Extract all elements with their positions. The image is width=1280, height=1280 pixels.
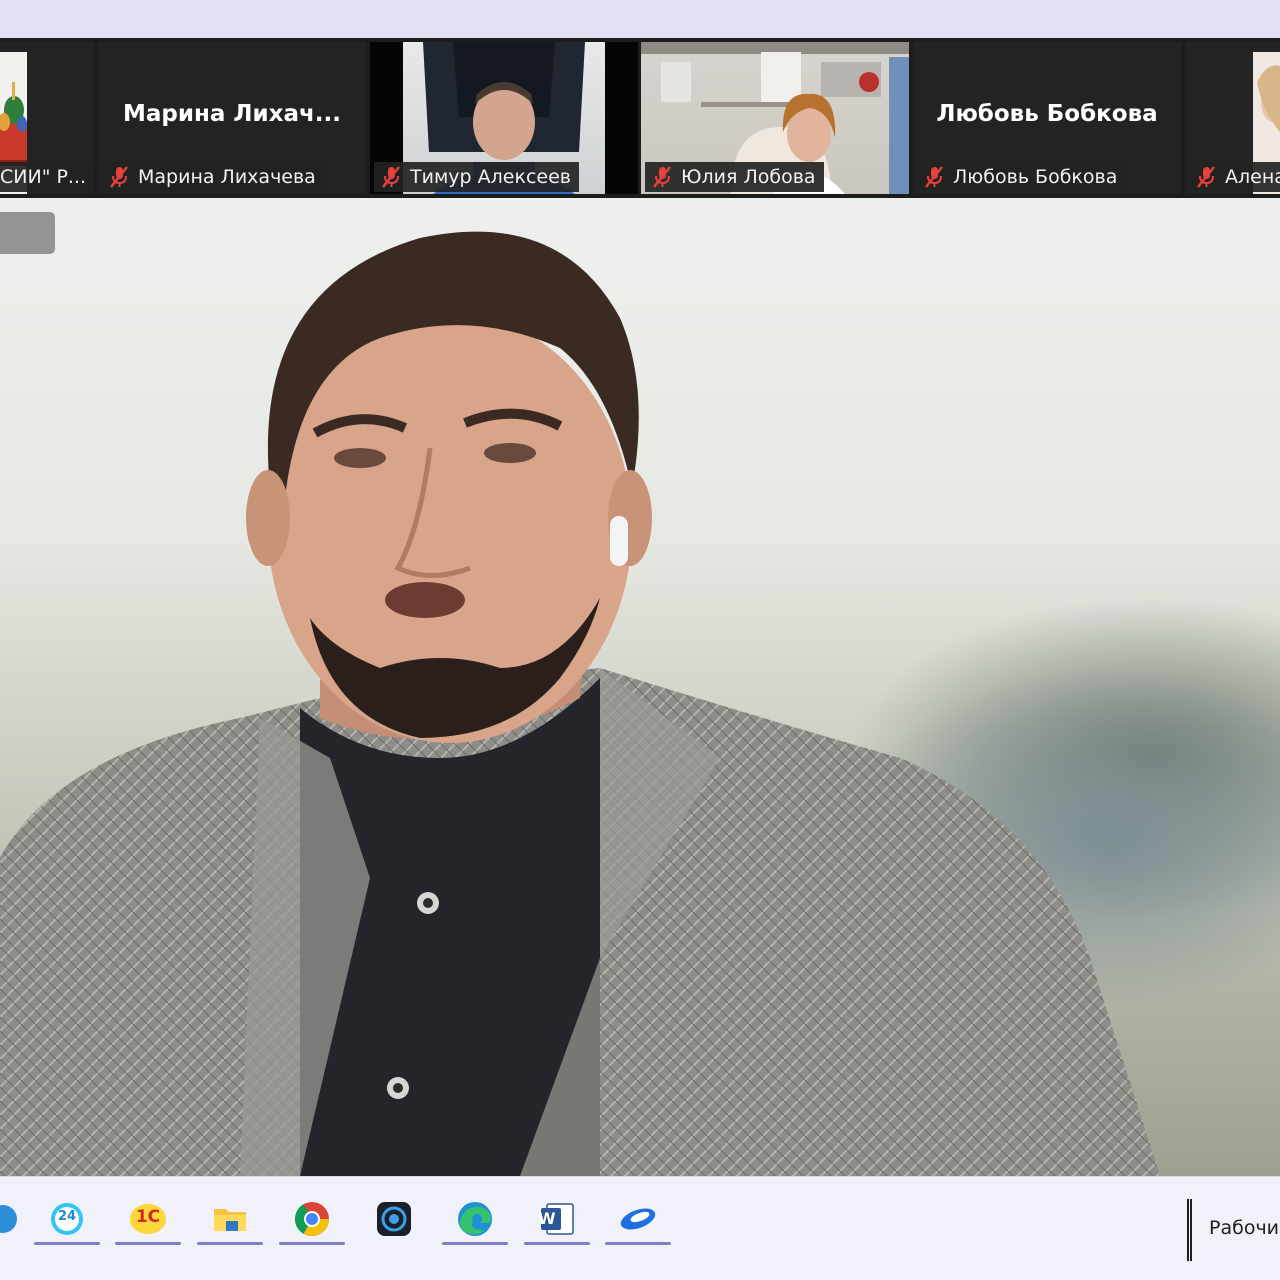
taskbar-app[interactable]: W [524, 1195, 590, 1245]
running-indicator [197, 1242, 263, 1245]
participant-tile[interactable]: СИИ" Р... [0, 42, 94, 194]
running-indicator [279, 1242, 345, 1245]
participant-name: СИИ" Р... [0, 166, 87, 188]
window-top-strip [0, 0, 1280, 38]
participant-tile[interactable]: Юлия Лобова [641, 42, 909, 194]
taskbar: 24 1С W Рабочи [0, 1176, 1280, 1280]
running-indicator [524, 1242, 590, 1245]
speaker-label-pill [0, 212, 55, 254]
participant-name: Тимур Алексеев [410, 166, 571, 188]
taskbar-app[interactable]: 1С [115, 1195, 181, 1245]
bitrix24-label: 24 [57, 1209, 77, 1224]
blue-circle-icon [0, 1205, 17, 1233]
running-indicator [442, 1242, 508, 1245]
file-explorer-icon [214, 1209, 246, 1231]
taskbar-app[interactable]: 24 [34, 1195, 100, 1245]
active-speaker-video[interactable] [0, 198, 1280, 1176]
taskbar-app[interactable] [197, 1195, 263, 1245]
participant-gallery: СИИ" Р... Марина Лихач... Марина Лихачев… [0, 38, 1280, 198]
zoom-app-icon [620, 1208, 656, 1230]
taskbar-app[interactable] [605, 1195, 671, 1245]
taskbar-app[interactable] [442, 1195, 508, 1245]
participant-nameplate: СИИ" Р... [0, 162, 94, 192]
participant-tile[interactable]: Тимур Алексеев [370, 42, 638, 194]
participant-name: Любовь Бобкова [953, 166, 1118, 188]
participant-tile[interactable]: Алена [1185, 42, 1280, 194]
word-label: W [538, 1209, 556, 1228]
participant-nameplate: Любовь Бобкова [917, 162, 1126, 192]
participant-nameplate: Марина Лихачева [102, 162, 324, 192]
participant-tile[interactable]: Марина Лихач... Марина Лихачева [98, 42, 366, 194]
chrome-icon [295, 1202, 329, 1236]
participant-name: Юлия Лобова [681, 166, 816, 188]
taskbar-app[interactable] [0, 1195, 36, 1243]
participant-nameplate: Алена [1189, 162, 1280, 192]
participant-name: Марина Лихачева [138, 166, 316, 188]
running-indicator [115, 1242, 181, 1245]
muted-mic-icon [1197, 166, 1215, 188]
muted-mic-icon [925, 166, 943, 188]
participant-tile[interactable]: Любовь Бобкова Любовь Бобкова [913, 42, 1181, 194]
camera-app-icon [377, 1202, 411, 1236]
participant-nameplate: Юлия Лобова [645, 162, 824, 192]
muted-mic-icon [110, 166, 128, 188]
muted-mic-icon [382, 166, 400, 188]
taskbar-app[interactable] [361, 1195, 427, 1243]
desktop-toolbar-label[interactable]: Рабочи [1209, 1217, 1279, 1239]
1c-label: 1С [135, 1207, 161, 1227]
edge-icon [458, 1202, 492, 1236]
muted-mic-icon [653, 166, 671, 188]
taskbar-app[interactable] [279, 1195, 345, 1245]
show-desktop-separator [1187, 1199, 1192, 1261]
participant-name: Алена [1225, 166, 1280, 188]
speaker-webcam-feed [0, 231, 1160, 1176]
running-indicator [34, 1242, 100, 1245]
running-indicator [605, 1242, 671, 1245]
participant-nameplate: Тимур Алексеев [374, 162, 579, 192]
